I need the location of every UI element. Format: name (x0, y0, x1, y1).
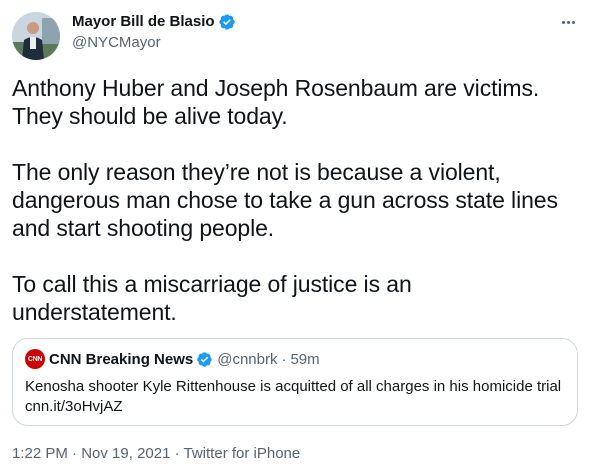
quoted-tweet-text: Kenosha shooter Kyle Rittenhouse is acqu… (25, 377, 565, 417)
verified-badge-icon (218, 13, 236, 31)
tweet-date[interactable]: Nov 19, 2021 (81, 445, 170, 462)
quoted-separator: · (281, 350, 287, 368)
author-name-row: Mayor Bill de Blasio (72, 12, 236, 32)
quoted-tweet[interactable]: CNN CNN Breaking News @cnnbrk · 59m Keno… (12, 338, 578, 426)
quoted-link: cnn.it/3oHvjAZ (25, 398, 123, 415)
quoted-text-line1: Kenosha shooter Kyle Rittenhouse is acqu… (25, 378, 562, 395)
tweet-text: Anthony Huber and Joseph Rosenbaum are v… (12, 75, 558, 325)
tweet-meta: 1:22 PM · Nov 19, 2021 · Twitter for iPh… (12, 444, 300, 464)
meta-separator: · (67, 445, 82, 462)
quoted-author-handle: @cnnbrk (217, 350, 278, 368)
verified-badge-icon (196, 351, 213, 368)
quoted-author-avatar: CNN (25, 349, 45, 369)
quoted-author-name: CNN Breaking News (49, 350, 194, 368)
author-display-name[interactable]: Mayor Bill de Blasio (72, 12, 215, 32)
quoted-tweet-header: CNN CNN Breaking News @cnnbrk · 59m (25, 349, 565, 369)
tweet-source[interactable]: Twitter for iPhone (184, 445, 301, 462)
meta-separator-2: · (170, 445, 184, 462)
more-options-icon[interactable] (558, 12, 578, 32)
tweet-card: Mayor Bill de Blasio @NYCMayor Anthony H… (0, 0, 590, 475)
tweet-time[interactable]: 1:22 PM (12, 445, 68, 462)
author-avatar[interactable] (12, 12, 60, 60)
author-handle[interactable]: @NYCMayor (72, 33, 161, 53)
quoted-time: 59m (290, 350, 320, 368)
